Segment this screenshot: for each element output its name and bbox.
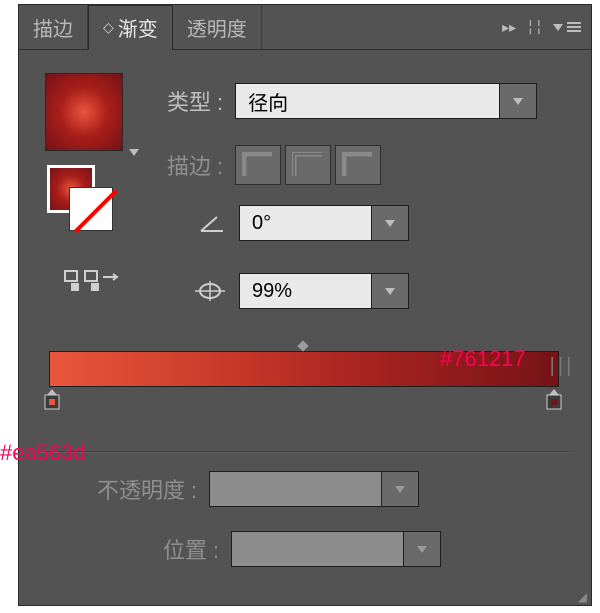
aspect-value: 99% xyxy=(252,280,292,303)
type-label: 类型: xyxy=(167,85,223,117)
type-dropdown[interactable]: 径向 xyxy=(235,83,537,119)
angle-icon xyxy=(197,211,227,235)
stroke-label: 描边: xyxy=(167,149,223,181)
tab-label: 渐变 xyxy=(118,13,158,42)
opacity-stop-icon[interactable] xyxy=(296,339,310,358)
aspect-ratio-icon xyxy=(193,279,227,303)
tab-label: 描边 xyxy=(33,13,73,42)
gradient-panel: 描边 ◇ 渐变 透明度 ▸▸ ╎╎ xyxy=(18,4,592,606)
fill-stroke-selector xyxy=(47,165,119,227)
opacity-label: 不透明度: xyxy=(97,473,197,505)
gradient-preview-swatch[interactable] xyxy=(45,73,123,151)
swatch-menu-caret[interactable] xyxy=(129,143,139,161)
location-input xyxy=(231,531,441,567)
stroke-swatch-none[interactable] xyxy=(69,187,113,231)
panel-menu-area: ▸▸ ╎╎ xyxy=(492,5,591,49)
stroke-grad-across-icon xyxy=(335,145,381,185)
dropdown-caret-icon xyxy=(404,531,441,567)
reverse-gradient-icon[interactable] xyxy=(63,265,119,295)
tab-label: 透明度 xyxy=(187,13,247,42)
tab-stroke[interactable]: 描边 xyxy=(19,5,88,49)
stroke-gradient-type-group xyxy=(235,145,381,185)
tab-bar: 描边 ◇ 渐变 透明度 ▸▸ ╎╎ xyxy=(19,5,591,50)
type-value: 径向 xyxy=(248,87,288,116)
annotation-right-color: #761217 xyxy=(440,346,526,372)
collapse-icon[interactable]: ▸▸ xyxy=(502,19,516,36)
dropdown-caret-icon[interactable] xyxy=(372,205,409,241)
dropdown-caret-icon xyxy=(382,471,419,507)
dropdown-caret-icon[interactable] xyxy=(500,83,537,119)
delete-stop-icon[interactable]: ⎮⎮⎮ xyxy=(548,357,573,377)
resize-grip-icon[interactable]: ◢ xyxy=(578,593,587,601)
color-stop-left[interactable] xyxy=(43,389,61,411)
panel-menu-icon[interactable] xyxy=(553,20,581,34)
link-icon: ◇ xyxy=(103,19,114,36)
tab-transparency[interactable]: 透明度 xyxy=(173,5,262,49)
annotation-left-color: #ea563d xyxy=(0,440,86,466)
dropdown-caret-icon[interactable] xyxy=(372,273,409,309)
angle-value: 0° xyxy=(252,212,271,235)
color-stop-right[interactable] xyxy=(545,389,563,411)
stroke-grad-along-icon xyxy=(285,145,331,185)
location-label: 位置: xyxy=(163,533,219,565)
divider xyxy=(41,451,569,453)
dock-icon[interactable]: ╎╎ xyxy=(526,19,543,36)
aspect-input[interactable]: 99% xyxy=(239,273,409,309)
stroke-grad-within-icon xyxy=(235,145,281,185)
opacity-input xyxy=(209,471,419,507)
tab-gradient[interactable]: ◇ 渐变 xyxy=(88,5,173,49)
angle-input[interactable]: 0° xyxy=(239,205,409,241)
